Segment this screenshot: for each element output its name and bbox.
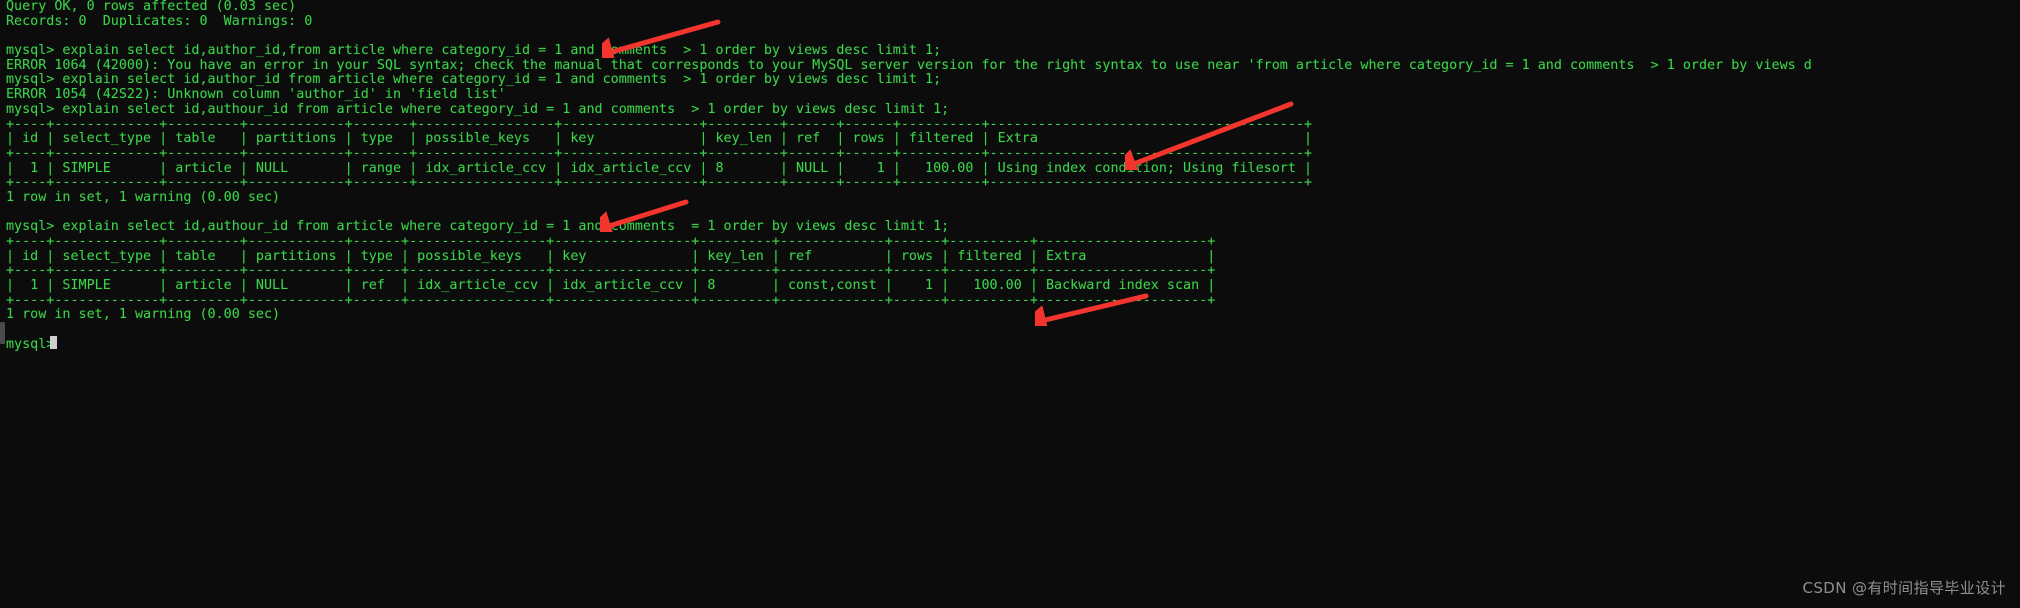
terminal-line: +----+-------------+---------+----------…: [6, 116, 1313, 132]
terminal-window[interactable]: Query OK, 0 rows affected (0.03 sec) Reco…: [0, 0, 2020, 608]
terminal-cursor: [50, 336, 57, 349]
terminal-line: mysql> explain select id,author_id,from …: [6, 43, 942, 59]
terminal-line: +----+-------------+---------+----------…: [6, 263, 1216, 279]
terminal-line: 1 row in set, 1 warning (0.00 sec): [6, 189, 281, 205]
terminal-line: mysql> explain select id,author_id from …: [6, 72, 942, 88]
terminal-line: | 1 | SIMPLE | article | NULL | ref | id…: [6, 278, 1216, 294]
terminal-line: Query OK, 0 rows affected (0.03 sec): [6, 0, 297, 14]
scrollbar-thumb[interactable]: [0, 322, 5, 344]
terminal-line: | 1 | SIMPLE | article | NULL | range | …: [6, 160, 1313, 176]
terminal-line: ERROR 1054 (42S22): Unknown column 'auth…: [6, 87, 506, 103]
terminal-line: mysql>: [6, 336, 63, 352]
terminal-line: 1 row in set, 1 warning (0.00 sec): [6, 307, 281, 323]
terminal-line: | id | select_type | table | partitions …: [6, 131, 1313, 147]
terminal-line: mysql> explain select id,authour_id from…: [6, 101, 950, 117]
watermark-label: CSDN @有时间指导毕业设计: [1802, 579, 2006, 597]
terminal-output: Query OK, 0 rows affected (0.03 sec) Reco…: [6, 0, 2020, 353]
terminal-line: Records: 0 Duplicates: 0 Warnings: 0: [6, 13, 313, 29]
terminal-line: | id | select_type | table | partitions …: [6, 248, 1216, 264]
terminal-line: +----+-------------+---------+----------…: [6, 234, 1216, 249]
terminal-line: +----+-------------+---------+----------…: [6, 145, 1313, 161]
terminal-line: +----+-------------+---------+----------…: [6, 292, 1216, 308]
terminal-line: +----+-------------+---------+----------…: [6, 175, 1313, 191]
terminal-line: mysql> explain select id,authour_id from…: [6, 219, 950, 235]
